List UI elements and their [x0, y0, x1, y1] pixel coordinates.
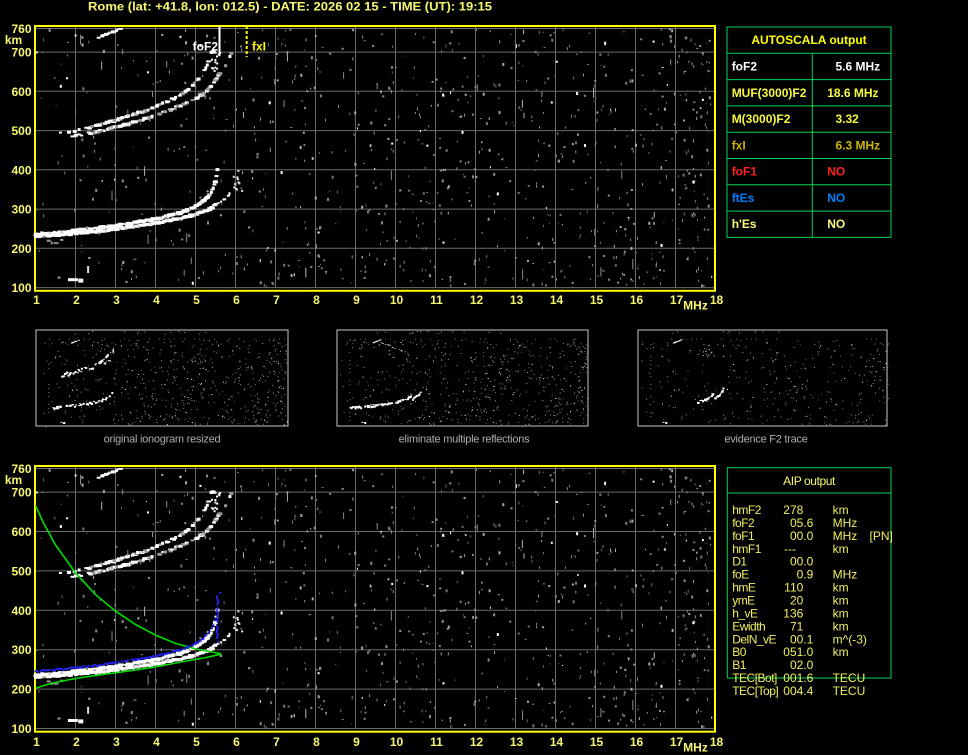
svg-text:AUTOSCALA output: AUTOSCALA output [751, 33, 866, 47]
svg-text:700: 700 [11, 46, 31, 60]
svg-text:1: 1 [33, 293, 40, 307]
svg-text:5: 5 [193, 735, 200, 749]
svg-text:15: 15 [590, 293, 604, 307]
svg-text:8: 8 [313, 735, 320, 749]
svg-text:11: 11 [430, 735, 443, 749]
svg-text:300: 300 [11, 643, 31, 657]
svg-text:9: 9 [353, 293, 360, 307]
svg-text:MHz: MHz [683, 299, 708, 313]
svg-text:14: 14 [550, 735, 564, 749]
svg-text:11: 11 [430, 293, 443, 307]
svg-text:200: 200 [11, 683, 31, 697]
svg-text:foF2: foF2 [193, 40, 219, 54]
svg-text:3.32: 3.32 [836, 112, 860, 126]
svg-text:400: 400 [11, 604, 31, 618]
svg-text:8: 8 [313, 293, 320, 307]
svg-text:17: 17 [670, 735, 684, 749]
svg-text:700: 700 [11, 486, 31, 500]
svg-text:NO: NO [827, 217, 845, 231]
svg-text:100: 100 [11, 722, 31, 736]
svg-text:100: 100 [11, 281, 31, 295]
svg-text:12: 12 [470, 293, 484, 307]
svg-text:500: 500 [11, 124, 31, 138]
svg-text:2: 2 [73, 293, 80, 307]
svg-text:km: km [5, 33, 22, 47]
svg-text:17: 17 [670, 293, 684, 307]
svg-text:h'Es: h'Es [732, 217, 757, 231]
svg-text:original ionogram resized: original ionogram resized [104, 434, 221, 446]
svg-text:13: 13 [510, 735, 524, 749]
svg-text:km: km [5, 473, 22, 487]
svg-text:3: 3 [113, 293, 120, 307]
svg-text:400: 400 [11, 163, 31, 177]
svg-text:5: 5 [193, 293, 200, 307]
svg-text:foF1: foF1 [732, 165, 758, 179]
svg-text:18.6 MHz: 18.6 MHz [827, 86, 878, 100]
svg-text:18: 18 [710, 735, 724, 749]
svg-text:fxI: fxI [732, 138, 746, 152]
svg-text:6: 6 [233, 293, 240, 307]
svg-text:7: 7 [273, 293, 280, 307]
svg-text:evidence F2 trace: evidence F2 trace [724, 434, 807, 446]
svg-text:eliminate multiple reflections: eliminate multiple reflections [399, 434, 530, 446]
svg-text:foF2: foF2 [732, 60, 758, 74]
svg-text:10: 10 [390, 735, 404, 749]
svg-text:13: 13 [510, 293, 524, 307]
svg-text:12: 12 [470, 735, 484, 749]
svg-text:600: 600 [11, 85, 31, 99]
svg-text:NO: NO [827, 165, 845, 179]
svg-text:10: 10 [390, 293, 404, 307]
svg-text:6: 6 [233, 735, 240, 749]
svg-text:14: 14 [550, 293, 564, 307]
svg-text:15: 15 [590, 735, 604, 749]
svg-text:ftEs: ftEs [732, 191, 755, 205]
svg-text:4: 4 [153, 293, 160, 307]
svg-text:2: 2 [73, 735, 80, 749]
svg-text:300: 300 [11, 203, 31, 217]
svg-text:fxI: fxI [252, 40, 266, 54]
svg-text:4: 4 [153, 735, 160, 749]
svg-text:5.6 MHz: 5.6 MHz [836, 60, 881, 74]
svg-text:7: 7 [273, 735, 280, 749]
svg-text:18: 18 [710, 293, 724, 307]
svg-text:200: 200 [11, 242, 31, 256]
svg-text:500: 500 [11, 564, 31, 578]
svg-text:1: 1 [33, 735, 40, 749]
svg-text:3: 3 [113, 735, 120, 749]
svg-text:NO: NO [827, 191, 845, 205]
svg-text:9: 9 [353, 735, 360, 749]
svg-text:600: 600 [11, 525, 31, 539]
svg-text:6.3 MHz: 6.3 MHz [836, 138, 881, 152]
svg-text:MHz: MHz [683, 741, 708, 755]
svg-text:16: 16 [630, 293, 644, 307]
svg-text:Rome (lat: +41.8, lon: 012.5): Rome (lat: +41.8, lon: 012.5) - DATE: 20… [88, 0, 492, 14]
svg-text:16: 16 [630, 735, 644, 749]
svg-text:M(3000)F2: M(3000)F2 [732, 112, 791, 126]
svg-text:MUF(3000)F2: MUF(3000)F2 [732, 86, 807, 100]
